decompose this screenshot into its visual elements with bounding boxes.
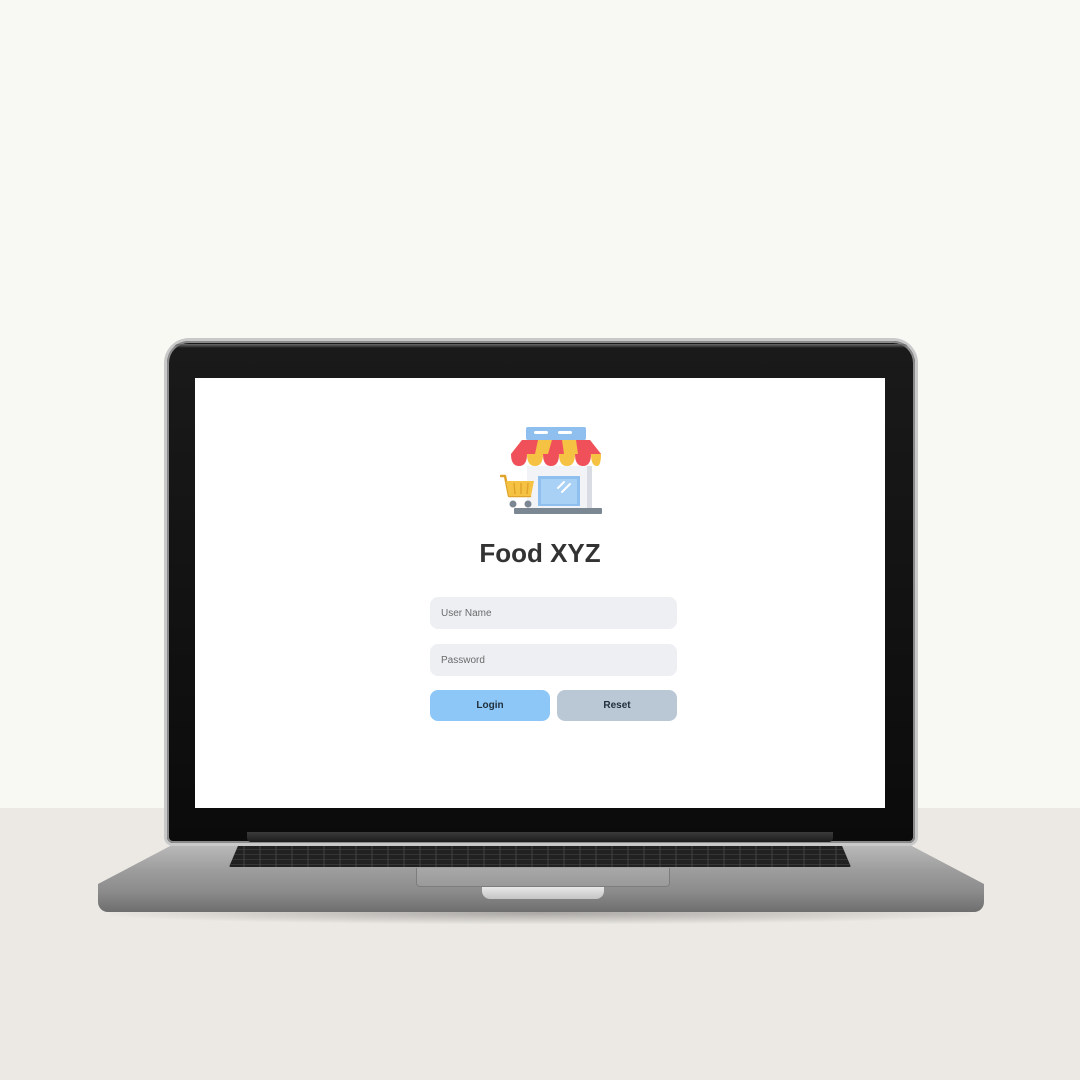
keyboard-rows — [229, 845, 851, 867]
login-button[interactable]: Login — [430, 690, 550, 721]
username-input[interactable] — [430, 597, 677, 629]
reset-button[interactable]: Reset — [557, 690, 677, 721]
laptop-trackpad — [416, 868, 670, 887]
photo-scene: Food XYZ Login Reset — [0, 0, 1080, 1080]
laptop-hinge — [247, 832, 833, 842]
laptop-lid-notch — [482, 887, 604, 899]
laptop-lid-highlight — [174, 344, 908, 348]
password-input[interactable] — [430, 644, 677, 676]
laptop-screen: Food XYZ Login Reset — [195, 378, 885, 808]
app-title: Food XYZ — [479, 538, 601, 568]
store-with-cart-icon — [500, 427, 602, 514]
